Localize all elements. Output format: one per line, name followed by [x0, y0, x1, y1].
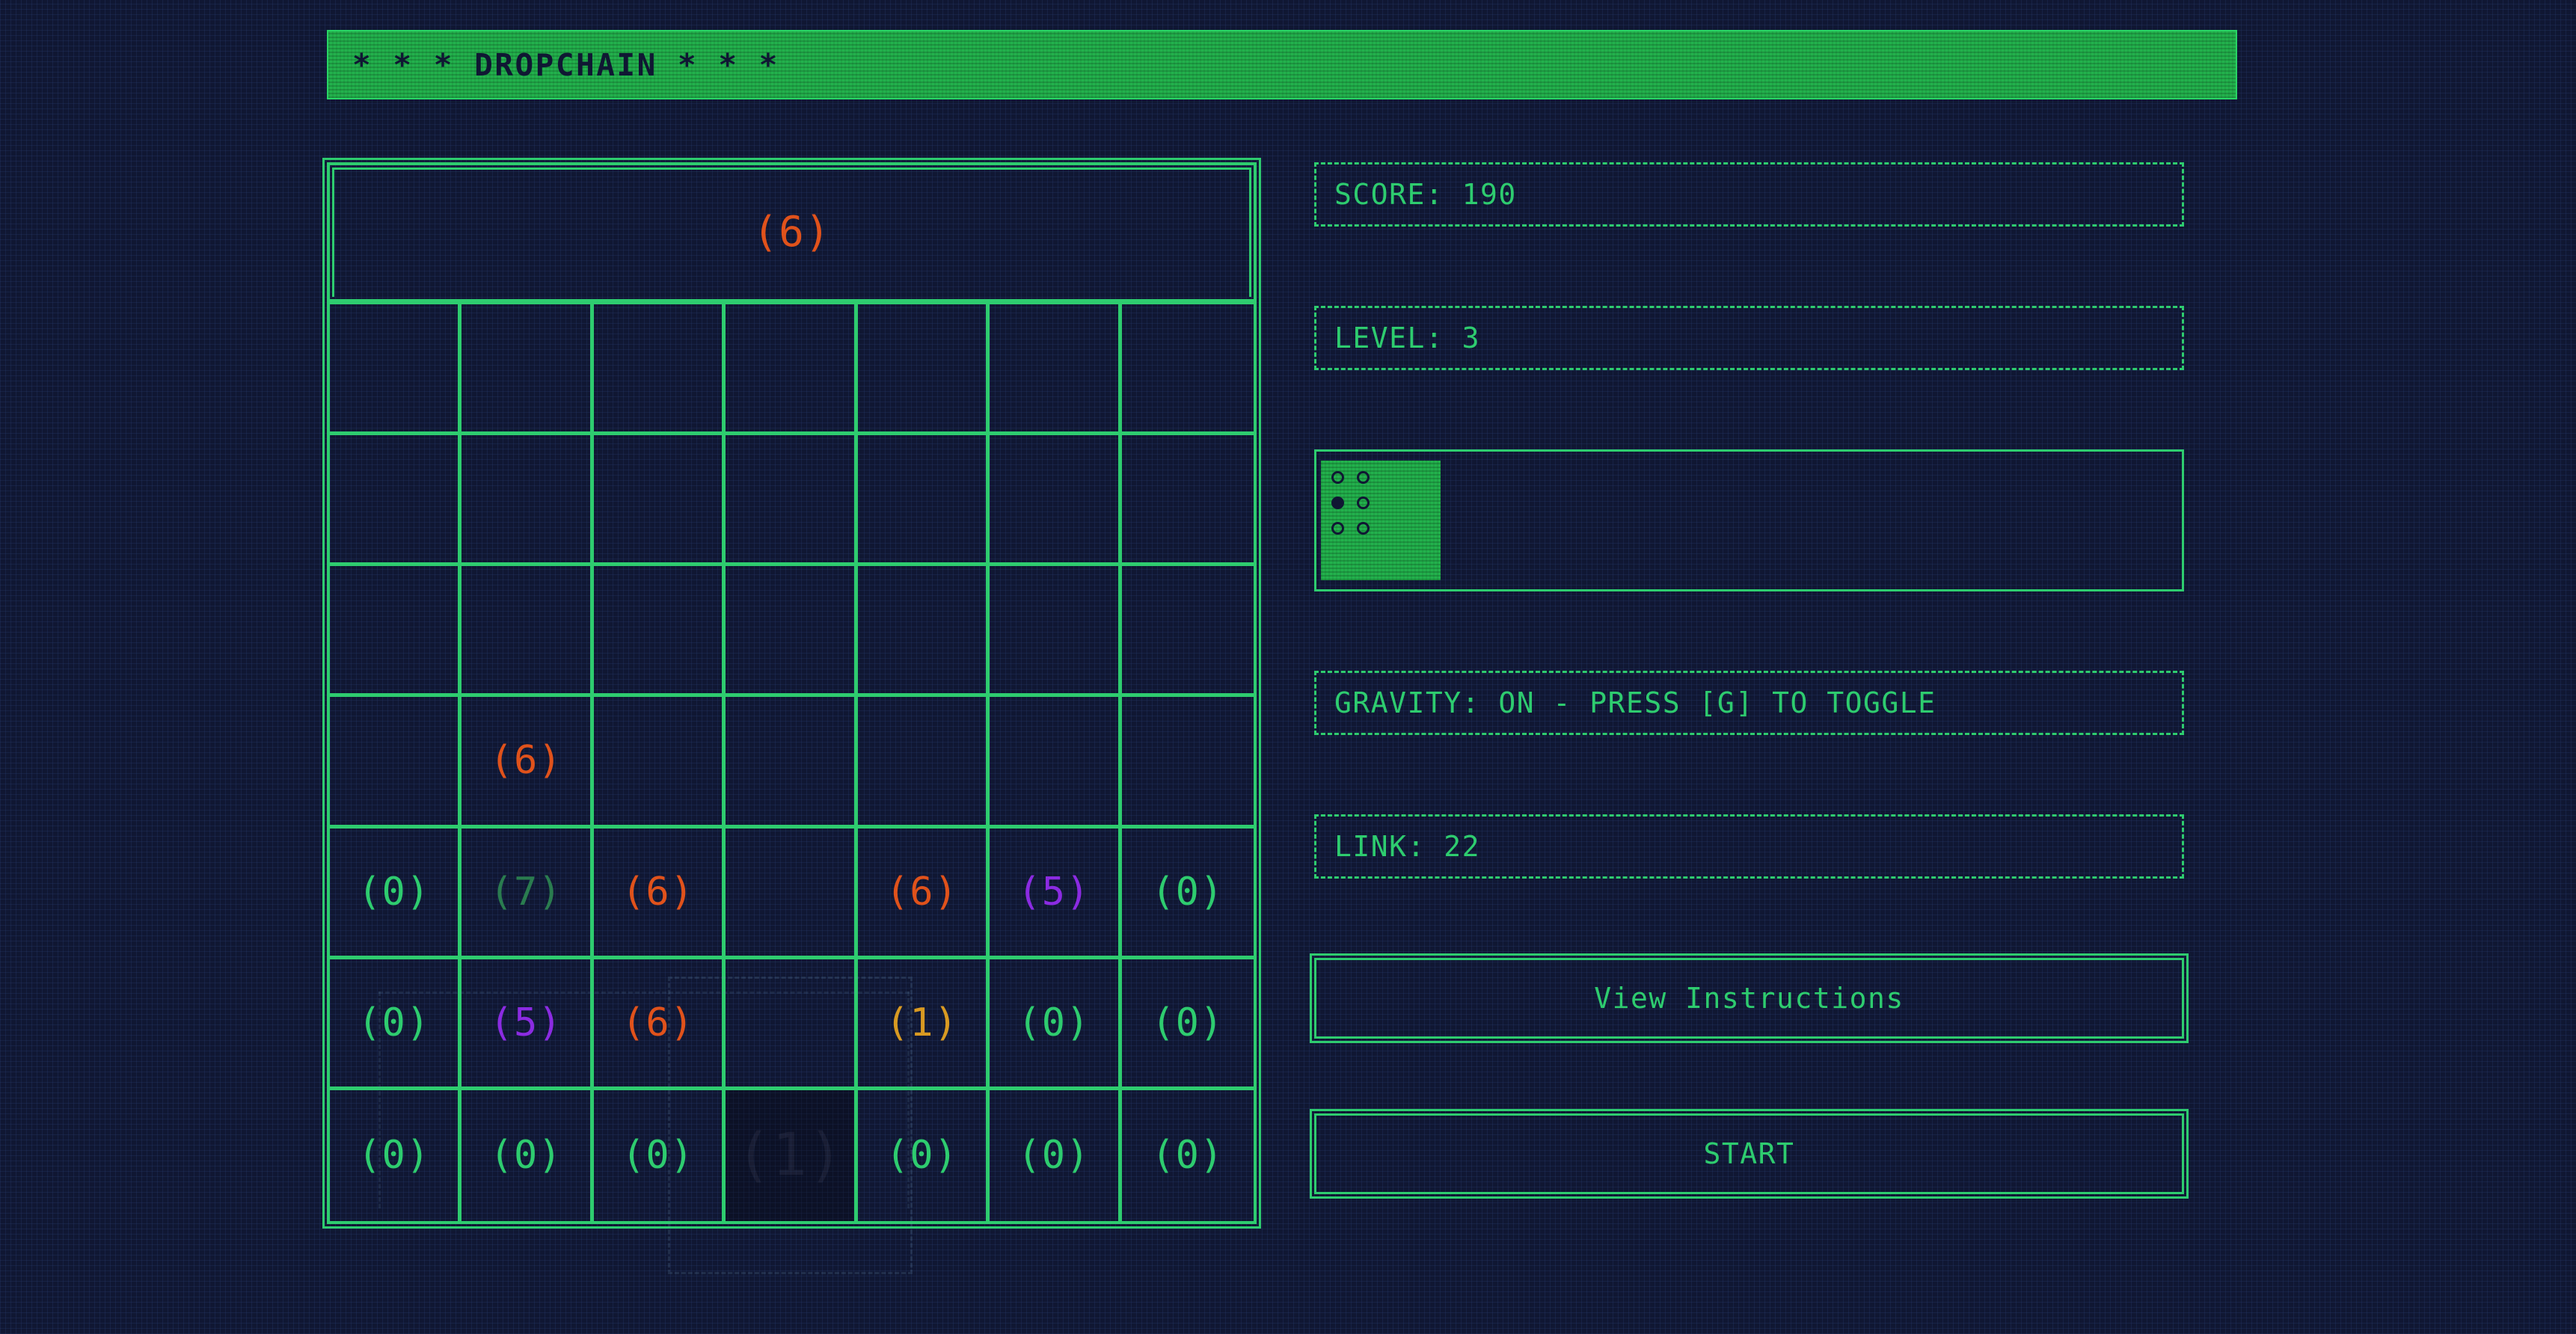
board-cell[interactable] — [330, 566, 461, 697]
staging-piece-value: (6) — [752, 208, 830, 256]
level-label: LEVEL: 3 — [1334, 322, 1480, 354]
board-cell[interactable] — [990, 304, 1121, 435]
board-cell[interactable] — [990, 435, 1121, 566]
board-cell[interactable] — [594, 697, 726, 828]
gravity-box[interactable]: GRAVITY: ON - PRESS [G] TO TOGGLE — [1314, 671, 2184, 735]
board-cell[interactable] — [1122, 435, 1254, 566]
cell-value: (1) — [886, 1000, 958, 1045]
cell-value: (6) — [622, 870, 694, 915]
cell-value: (6) — [622, 1000, 694, 1045]
board-grid[interactable]: (6) (0) (7) (6) (6) (5) (0) (0) (5) (6) (1) (0) (0) (… — [330, 304, 1254, 1221]
cell-value: (7) — [490, 870, 562, 915]
board-cell[interactable] — [461, 304, 593, 435]
board-cell[interactable]: (0) — [461, 1090, 593, 1221]
board-cell[interactable] — [858, 435, 990, 566]
board-cell[interactable] — [330, 697, 461, 828]
preview-dot-filled-icon — [1331, 497, 1344, 509]
preview-dot-icon — [1357, 522, 1370, 535]
board-cell[interactable] — [990, 697, 1121, 828]
board-cell[interactable] — [461, 566, 593, 697]
board-cell[interactable]: (7) — [461, 829, 593, 959]
board-cell[interactable]: (6) — [858, 829, 990, 959]
board-cell[interactable]: (1) — [858, 959, 990, 1090]
board-cell[interactable] — [858, 566, 990, 697]
board-cell[interactable]: (0) — [594, 1090, 726, 1221]
board-cell[interactable] — [726, 304, 857, 435]
board-cell[interactable]: (0) — [990, 1090, 1121, 1221]
board-cell[interactable] — [1122, 566, 1254, 697]
board-cell[interactable]: (0) — [858, 1090, 990, 1221]
level-box: LEVEL: 3 — [1314, 306, 2184, 370]
board-cell[interactable] — [726, 435, 857, 566]
preview-dot-icon — [1331, 471, 1344, 484]
preview-dot-icon — [1357, 471, 1370, 484]
score-label: SCORE: 190 — [1334, 178, 1517, 211]
board-cell[interactable] — [726, 959, 857, 1090]
board-cell[interactable] — [990, 566, 1121, 697]
board-cell[interactable] — [726, 566, 857, 697]
cell-value: (1) — [736, 1122, 844, 1189]
board-cell[interactable]: (0) — [1122, 1090, 1254, 1221]
board-cell[interactable]: (0) — [330, 829, 461, 959]
next-piece-tile — [1321, 461, 1441, 580]
board-cell[interactable] — [594, 304, 726, 435]
link-box: LINK: 22 — [1314, 814, 2184, 879]
cell-value: (0) — [1151, 1000, 1224, 1045]
cell-value: (0) — [886, 1133, 958, 1178]
board-cell[interactable] — [594, 435, 726, 566]
board-cell[interactable]: (6) — [594, 829, 726, 959]
cell-value: (6) — [886, 870, 958, 915]
board-cell[interactable]: (5) — [461, 959, 593, 1090]
cell-value: (6) — [490, 738, 562, 783]
board-cell[interactable] — [1122, 304, 1254, 435]
staging-area: (6) — [330, 165, 1254, 304]
board-cell[interactable] — [726, 697, 857, 828]
cell-value: (5) — [490, 1000, 562, 1045]
board-cell[interactable]: (5) — [990, 829, 1121, 959]
cell-value: (0) — [622, 1133, 694, 1178]
cell-value: (0) — [358, 1133, 430, 1178]
cell-value: (0) — [1151, 870, 1224, 915]
board-cell[interactable] — [858, 304, 990, 435]
board-cell[interactable] — [330, 435, 461, 566]
view-instructions-button[interactable]: View Instructions — [1314, 958, 2184, 1039]
cell-value: (0) — [358, 870, 430, 915]
score-box: SCORE: 190 — [1314, 162, 2184, 227]
board-cell[interactable] — [858, 697, 990, 828]
cell-value: (0) — [1151, 1133, 1224, 1178]
cell-value: (5) — [1017, 870, 1090, 915]
cell-value: (0) — [1017, 1000, 1090, 1045]
board-cell[interactable]: (0) — [1122, 959, 1254, 1090]
app-title: * * * DROPCHAIN * * * — [328, 47, 779, 83]
board-cell[interactable]: (6) — [461, 697, 593, 828]
start-button[interactable]: START — [1314, 1113, 2184, 1194]
board-cell[interactable] — [726, 829, 857, 959]
board-cell[interactable]: (0) — [330, 959, 461, 1090]
gravity-label: GRAVITY: ON - PRESS [G] TO TOGGLE — [1334, 686, 1936, 719]
app-title-bar: * * * DROPCHAIN * * * — [327, 30, 2237, 99]
board-cell[interactable]: (1) — [726, 1090, 857, 1221]
preview-dot-icon — [1357, 497, 1370, 509]
cell-value: (0) — [1017, 1133, 1090, 1178]
next-piece-preview — [1314, 449, 2184, 591]
preview-dot-icon — [1331, 522, 1344, 535]
board-cell[interactable]: (0) — [990, 959, 1121, 1090]
link-label: LINK: 22 — [1334, 830, 1480, 863]
hud-panel: SCORE: 190 LEVEL: 3 GRAVITY: ON - PRESS … — [1314, 162, 2184, 1269]
cell-value: (0) — [358, 1000, 430, 1045]
board-cell[interactable] — [461, 435, 593, 566]
board-cell[interactable] — [330, 304, 461, 435]
game-board: (6) (6) (0) (7) (6) (6) (5) (0) (0) (5) (6) (1) (0)… — [327, 162, 1257, 1224]
view-instructions-label: View Instructions — [1594, 982, 1904, 1015]
board-cell[interactable]: (0) — [330, 1090, 461, 1221]
start-label: START — [1704, 1137, 1795, 1170]
board-cell[interactable]: (6) — [594, 959, 726, 1090]
board-cell[interactable]: (0) — [1122, 829, 1254, 959]
board-cell[interactable] — [1122, 697, 1254, 828]
cell-value: (0) — [490, 1133, 562, 1178]
board-cell[interactable] — [594, 566, 726, 697]
